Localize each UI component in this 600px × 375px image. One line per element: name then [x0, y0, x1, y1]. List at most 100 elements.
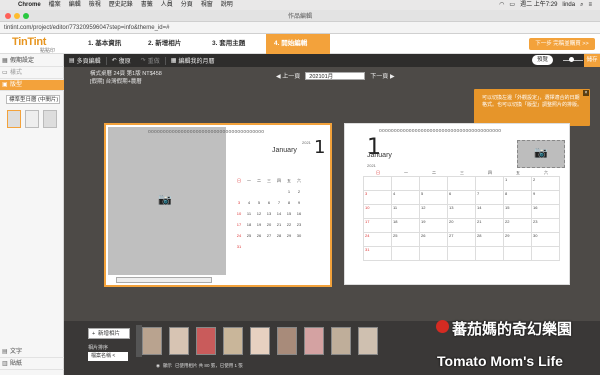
- sidebar-item-sticker[interactable]: ▥ 貼紙: [0, 359, 64, 370]
- menu-help[interactable]: 說明: [217, 0, 237, 10]
- wifi-icon[interactable]: ◠: [499, 0, 504, 10]
- calendar-page-right[interactable]: oooooooooooooooooooooooooooooooooooooooo…: [344, 123, 570, 285]
- caption-field[interactable]: [116, 277, 212, 283]
- menu-window[interactable]: 視窗: [197, 0, 217, 10]
- url-text[interactable]: tintint.com/project/editor/773209596047s…: [4, 25, 169, 31]
- layout-option[interactable]: [7, 110, 21, 128]
- menu-app-name[interactable]: Chrome: [14, 0, 45, 10]
- day-cell[interactable]: 23: [294, 219, 304, 230]
- day-cell[interactable]: 7: [274, 197, 284, 208]
- menubar-clock[interactable]: 週二 上午7:29: [520, 0, 557, 10]
- calendar-type-select[interactable]: 標準型日曆 (中間片): [6, 95, 60, 104]
- day-cell[interactable]: 25: [244, 230, 254, 241]
- day-cell[interactable]: 11: [244, 208, 254, 219]
- menubar-user[interactable]: linda: [562, 0, 575, 10]
- day-cell[interactable]: 31: [234, 241, 244, 252]
- show-label[interactable]: 顯示: [163, 363, 172, 369]
- day-cell[interactable]: 23: [531, 218, 560, 233]
- day-cell[interactable]: 27: [447, 232, 476, 247]
- zoom-slider-handle[interactable]: [569, 57, 574, 62]
- zoom-window-icon[interactable]: [23, 13, 29, 19]
- day-cell[interactable]: 20: [447, 218, 476, 233]
- day-cell[interactable]: 16: [531, 204, 560, 219]
- day-cell[interactable]: 30: [531, 232, 560, 247]
- menu-tab[interactable]: 分頁: [177, 0, 197, 10]
- sidebar-item-layout[interactable]: ▣ 版型: [0, 80, 64, 91]
- day-cell[interactable]: 14: [475, 204, 504, 219]
- day-cell[interactable]: 28: [274, 230, 284, 241]
- photo-thumbnail[interactable]: [196, 327, 216, 355]
- day-cell[interactable]: 13: [447, 204, 476, 219]
- month-select[interactable]: 202101月: [305, 71, 366, 80]
- day-cell[interactable]: 15: [284, 208, 294, 219]
- day-cell[interactable]: 17: [234, 219, 244, 230]
- add-photo-button[interactable]: + 新增相片: [88, 328, 130, 339]
- preview-button[interactable]: 預覽: [532, 55, 554, 65]
- edit-my-calendar-button[interactable]: ▦ 編輯我的月曆: [166, 56, 220, 65]
- multi-page-edit-button[interactable]: ▤ 多頁編輯: [64, 56, 106, 65]
- day-cell[interactable]: 17: [363, 218, 392, 233]
- step-basic-info[interactable]: 1. 基本資訊: [80, 34, 140, 54]
- day-cell[interactable]: 20: [264, 219, 274, 230]
- day-cell[interactable]: 31: [363, 246, 392, 261]
- next-page-button[interactable]: 下一頁 ▶: [370, 71, 394, 80]
- day-cell[interactable]: 29: [503, 232, 532, 247]
- minimize-window-icon[interactable]: [14, 13, 20, 19]
- day-cell[interactable]: 24: [363, 232, 392, 247]
- menu-people[interactable]: 人員: [157, 0, 177, 10]
- day-cell[interactable]: 30: [294, 230, 304, 241]
- day-cell[interactable]: 15: [503, 204, 532, 219]
- day-cell[interactable]: 13: [264, 208, 274, 219]
- step-apply-theme[interactable]: 3. 套用主題: [204, 34, 268, 54]
- menu-file[interactable]: 檔案: [45, 0, 65, 10]
- day-cell[interactable]: 25: [391, 232, 420, 247]
- save-button[interactable]: 儲存: [584, 54, 600, 67]
- day-cell[interactable]: 18: [391, 218, 420, 233]
- day-cell[interactable]: 29: [284, 230, 294, 241]
- day-cell[interactable]: 5: [419, 190, 448, 205]
- photo-thumbnail[interactable]: [331, 327, 351, 355]
- day-cell[interactable]: 1: [284, 186, 294, 197]
- menu-list-icon[interactable]: ≡: [588, 0, 592, 10]
- day-cell[interactable]: 2: [531, 176, 560, 191]
- day-cell[interactable]: 10: [234, 208, 244, 219]
- day-cell[interactable]: 7: [475, 190, 504, 205]
- battery-icon[interactable]: ▭: [509, 0, 515, 10]
- day-cell[interactable]: 16: [294, 208, 304, 219]
- close-icon[interactable]: ×: [583, 90, 589, 96]
- day-cell[interactable]: 14: [274, 208, 284, 219]
- photo-thumbnail[interactable]: [250, 327, 270, 355]
- layout-option[interactable]: [25, 110, 39, 128]
- day-cell[interactable]: 6: [447, 190, 476, 205]
- close-window-icon[interactable]: [5, 13, 11, 19]
- menu-view[interactable]: 檢視: [85, 0, 105, 10]
- day-cell[interactable]: 26: [254, 230, 264, 241]
- day-cell[interactable]: 3: [363, 190, 392, 205]
- day-cell[interactable]: 9: [531, 190, 560, 205]
- day-cell[interactable]: 3: [234, 197, 244, 208]
- next-step-button[interactable]: 下一步 完稿並購買 >>: [529, 38, 595, 50]
- day-cell[interactable]: 24: [234, 230, 244, 241]
- photo-thumbnail[interactable]: [223, 327, 243, 355]
- day-cell[interactable]: 28: [475, 232, 504, 247]
- day-cell[interactable]: 12: [419, 204, 448, 219]
- photo-thumbnail[interactable]: [358, 327, 378, 355]
- menu-edit[interactable]: 編輯: [65, 0, 85, 10]
- step-start-editing[interactable]: 4. 開始編輯: [266, 34, 330, 54]
- sidebar-item-holiday[interactable]: ▦ 假期設定: [0, 56, 64, 67]
- day-cell[interactable]: 8: [503, 190, 532, 205]
- day-cell[interactable]: 4: [391, 190, 420, 205]
- step-add-photos[interactable]: 2. 新增相片: [140, 34, 204, 54]
- toggle-icon[interactable]: ◉: [156, 363, 160, 369]
- day-cell[interactable]: 8: [284, 197, 294, 208]
- day-cell[interactable]: 12: [254, 208, 264, 219]
- day-cell[interactable]: 9: [294, 197, 304, 208]
- prev-page-button[interactable]: ◀ 上一頁: [276, 71, 300, 80]
- redo-button[interactable]: ↷ 重做: [136, 56, 165, 65]
- day-cell[interactable]: 6: [264, 197, 274, 208]
- menu-bookmarks[interactable]: 書籤: [137, 0, 157, 10]
- photo-thumbnail[interactable]: [304, 327, 324, 355]
- photo-thumbnail[interactable]: [142, 327, 162, 355]
- day-cell[interactable]: 4: [244, 197, 254, 208]
- day-cell[interactable]: 10: [363, 204, 392, 219]
